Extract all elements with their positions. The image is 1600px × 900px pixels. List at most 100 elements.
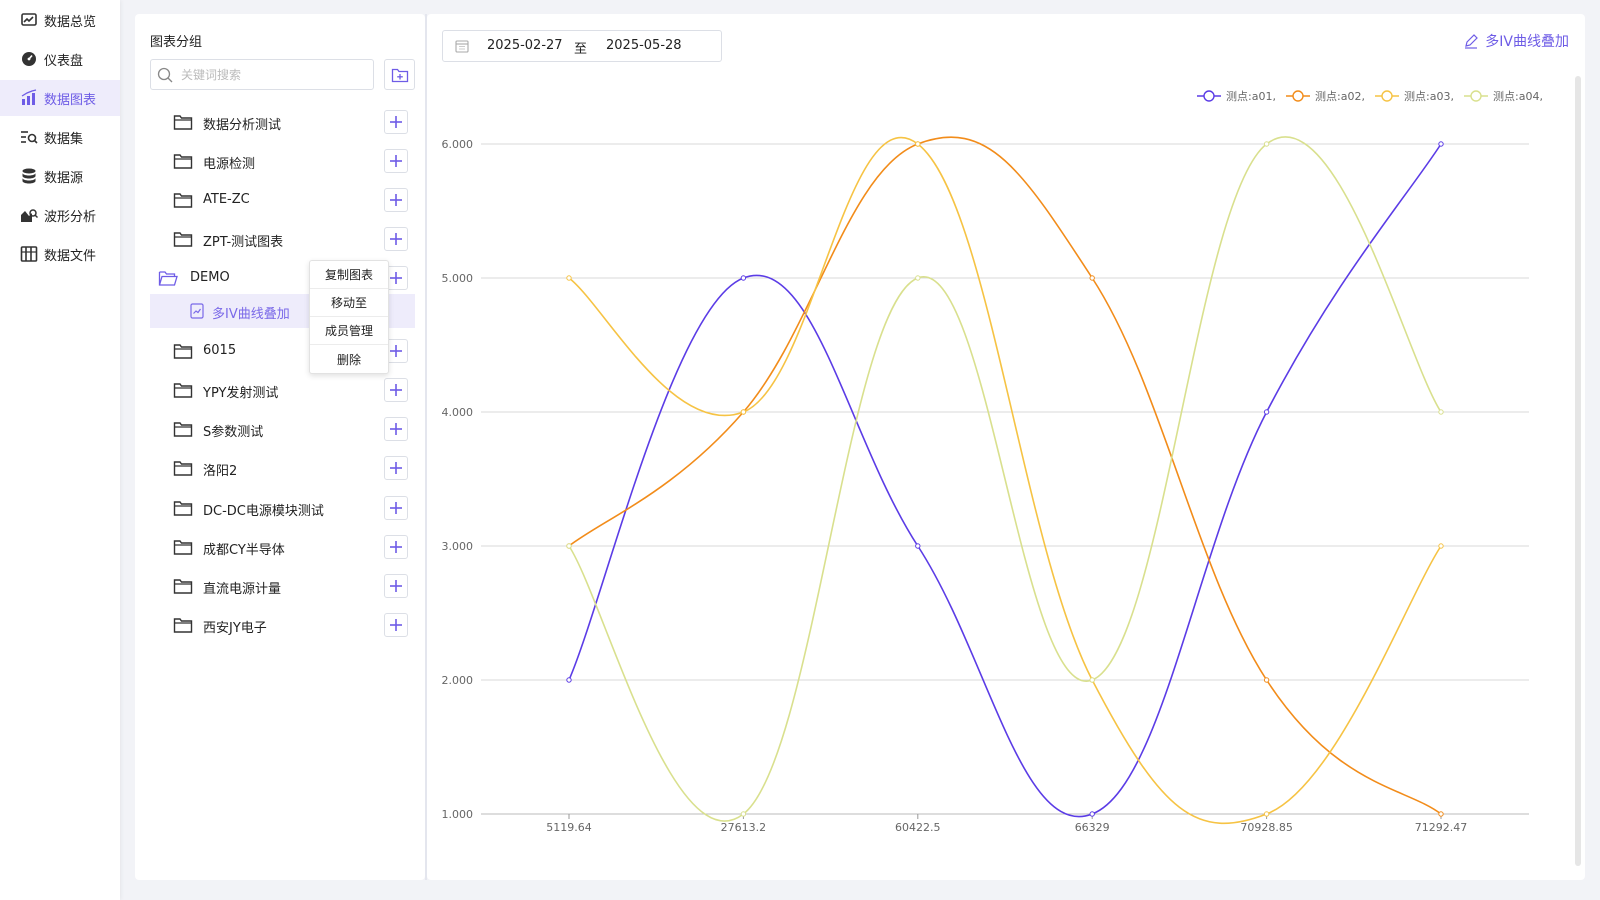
folder-icon (173, 579, 193, 594)
folder-icon (173, 540, 193, 555)
nav-item-label: 仪表盘 (44, 53, 84, 69)
calendar-icon (455, 40, 469, 53)
panel-title: 图表分组 (150, 35, 203, 50)
data-point (1263, 409, 1270, 415)
folder-icon (173, 383, 193, 398)
plus-icon (390, 580, 402, 592)
data-point (566, 543, 572, 549)
waveform-analysis-icon (21, 209, 38, 222)
tree-item-group[interactable]: 数据分析测试 (150, 105, 415, 139)
add-chart-button[interactable] (384, 496, 408, 520)
dashboard-gauge-icon (22, 52, 36, 66)
left-navigation: 数据总览 仪表盘 数据图表 数据集 数据源 波形分析 数据文件 (0, 0, 120, 900)
plus-icon (390, 194, 402, 206)
plus-icon (390, 502, 402, 514)
add-chart-button[interactable] (384, 417, 408, 441)
x-tick-label: 70928.85 (1240, 821, 1293, 834)
nav-item-dataset[interactable]: 数据集 (0, 119, 120, 155)
search-box[interactable] (150, 59, 374, 90)
data-point (1263, 141, 1270, 147)
search-input[interactable] (181, 67, 361, 82)
dataset-search-icon (21, 131, 38, 144)
plus-icon (390, 233, 402, 245)
chart-main-area: 1.000 2.000 3.000 4.000 5.000 6.000 5119.64 276… (427, 14, 1585, 880)
add-chart-button[interactable] (384, 227, 408, 251)
tree-item-group[interactable]: ZPT-测试图表 (150, 222, 415, 256)
date-end[interactable]: 2025-05-28 (606, 38, 682, 53)
plus-icon (390, 345, 402, 357)
tree-item-group[interactable]: 电源检测 (150, 144, 415, 178)
plus-icon (390, 462, 402, 474)
legend-marker (1470, 90, 1482, 102)
tree-item-group[interactable]: 成都CY半导体 (150, 530, 415, 564)
data-point (1263, 811, 1270, 817)
edit-chart-title-link[interactable]: 多IV曲线叠加 (1463, 31, 1569, 51)
y-tick-label: 4.000 (442, 406, 474, 419)
data-files-icon (20, 246, 38, 262)
legend-label: 测点:a03, (1404, 90, 1454, 103)
data-point (1263, 677, 1270, 683)
tree-item-label: DC-DC电源模块测试 (203, 504, 324, 519)
tree-item-label: ZPT-测试图表 (203, 235, 284, 250)
tree-item-group[interactable]: 洛阳2 (150, 451, 415, 485)
menu-item-delete[interactable]: 删除 (310, 345, 388, 373)
legend-marker (1292, 90, 1304, 102)
add-chart-button[interactable] (384, 110, 408, 134)
data-point (1438, 409, 1444, 415)
nav-item-label: 数据源 (44, 170, 84, 186)
folder-icon (173, 422, 193, 437)
data-point (1089, 811, 1095, 817)
tree-item-label: 成都CY半导体 (203, 543, 285, 558)
folder-open-icon (158, 271, 178, 286)
data-point (740, 811, 747, 817)
data-point (1089, 677, 1095, 683)
edit-pencil-icon (1465, 34, 1479, 49)
date-start[interactable]: 2025-02-27 (487, 38, 563, 53)
add-chart-button[interactable] (384, 378, 408, 402)
bar-chart-icon (21, 89, 37, 105)
data-point (915, 275, 921, 281)
tree-item-group[interactable]: 直流电源计量 (150, 569, 415, 603)
nav-item-datasource[interactable]: 数据源 (0, 158, 120, 194)
nav-item-data-overview[interactable]: 数据总览 (0, 2, 120, 38)
add-chart-button[interactable] (384, 456, 408, 480)
add-chart-button[interactable] (384, 149, 408, 173)
legend-label: 测点:a04, (1493, 90, 1543, 103)
data-point (915, 141, 921, 147)
plus-icon (390, 272, 402, 284)
add-chart-button[interactable] (384, 188, 408, 212)
menu-item-member-management[interactable]: 成员管理 (310, 317, 388, 345)
folder-icon (173, 193, 193, 208)
nav-item-label: 数据总览 (44, 14, 97, 30)
database-icon (22, 168, 36, 184)
add-chart-button[interactable] (384, 574, 408, 598)
nav-item-dashboard[interactable]: 仪表盘 (0, 41, 120, 77)
x-tick-label: 60422.5 (895, 821, 941, 834)
menu-item-move-to[interactable]: 移动至 (310, 289, 388, 317)
tree-item-group[interactable]: YPY发射测试 (150, 373, 415, 407)
add-group-button[interactable] (384, 59, 415, 90)
vertical-scrollbar[interactable] (1575, 76, 1581, 866)
date-separator: 至 (574, 42, 588, 57)
nav-item-data-files[interactable]: 数据文件 (0, 236, 120, 272)
add-chart-button[interactable] (384, 613, 408, 637)
add-chart-button[interactable] (384, 535, 408, 559)
legend-marker (1203, 90, 1215, 102)
menu-item-copy-chart[interactable]: 复制图表 (310, 261, 388, 289)
plus-icon (390, 423, 402, 435)
tree-item-group[interactable]: ATE-ZC (150, 183, 415, 217)
tree-item-label: 6015 (203, 343, 237, 358)
data-point (1438, 141, 1444, 147)
tree-item-label: 西安JY电子 (203, 621, 267, 636)
nav-item-data-charts[interactable]: 数据图表 (0, 80, 120, 116)
date-range-picker[interactable]: 2025-02-27 至 2025-05-28 (442, 30, 722, 62)
tree-item-label: 数据分析测试 (203, 118, 282, 133)
nav-item-waveform-analysis[interactable]: 波形分析 (0, 197, 120, 233)
tree-item-group[interactable]: DC-DC电源模块测试 (150, 491, 415, 525)
tree-item-group[interactable]: S参数测试 (150, 412, 415, 446)
x-tick-label: 5119.64 (546, 821, 592, 834)
tree-item-label: S参数测试 (203, 425, 264, 440)
legend-label: 测点:a01, (1226, 90, 1276, 103)
data-point (740, 409, 747, 415)
tree-item-group[interactable]: 西安JY电子 (150, 608, 415, 642)
